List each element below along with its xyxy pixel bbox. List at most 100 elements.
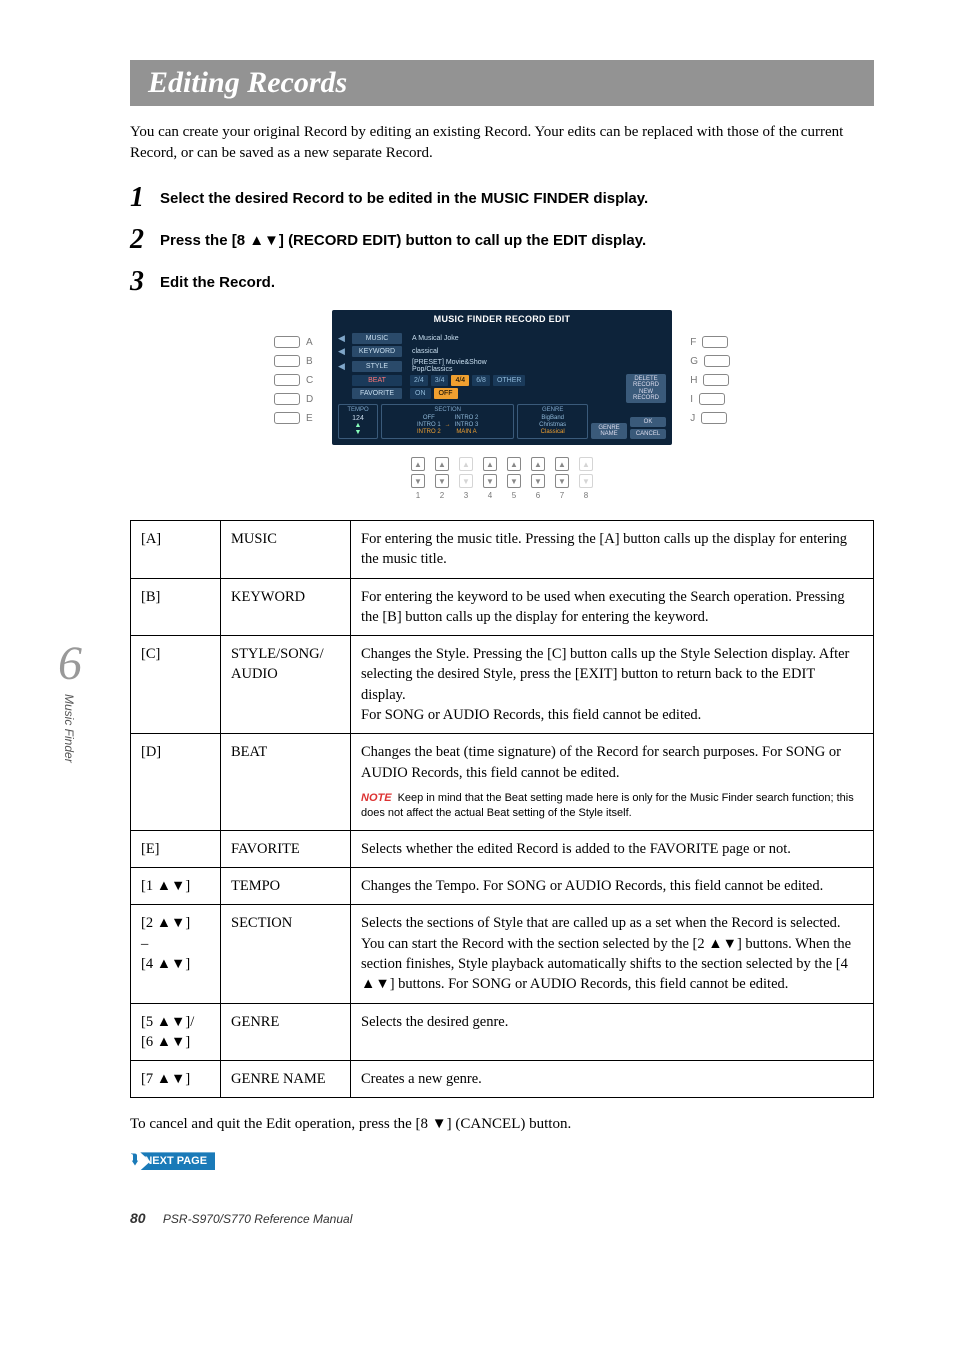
lcd-label-beat[interactable]: BEAT [352,375,402,386]
step-number: 3 [130,268,160,296]
phys-label: E [306,413,313,424]
phys-button-f[interactable] [702,336,728,348]
section-opt: OFF [423,415,435,421]
table-cell-param: FAVORITE [221,830,351,867]
beat-opt[interactable]: 3/4 [431,375,449,386]
lcd-label-keyword[interactable]: KEYWORD [352,346,402,357]
page-number: 80 [130,1210,146,1226]
table-row: [B]KEYWORDFor entering the keyword to be… [131,578,874,636]
genre-opt-selected: Classical [541,429,565,435]
beat-opt[interactable]: OTHER [493,375,526,386]
phys-label: F [690,337,696,348]
physical-buttons-right: F G H I J [690,336,730,424]
phys-up-1[interactable]: ▲ [411,457,425,471]
table-cell-param: BEAT [221,734,351,830]
phys-label: I [690,394,693,405]
lcd-style-line1: [PRESET] Movie&Show [412,359,487,366]
phys-button-i[interactable] [699,393,725,405]
lcd-new-record-button[interactable]: NEW RECORD [626,387,666,403]
phys-button-a[interactable] [274,336,300,348]
phys-up-8[interactable]: ▲ [579,457,593,471]
phys-button-c[interactable] [274,374,300,386]
table-cell-param: TEMPO [221,868,351,905]
table-cell-button: [D] [131,734,221,830]
table-cell-button: [1 ▲▼] [131,868,221,905]
fav-opt-on[interactable]: ON [410,388,431,399]
table-cell-param: SECTION [221,905,351,1003]
table-cell-param: KEYWORD [221,578,351,636]
phys-down-6[interactable]: ▼ [531,474,545,488]
left-arrow-icon: ◀ [338,333,348,344]
table-cell-param: MUSIC [221,521,351,579]
phys-num: 7 [560,491,564,500]
phys-num: 3 [464,491,468,500]
phys-button-j[interactable] [701,412,727,424]
lcd-value-music: A Musical Joke [406,335,459,342]
phys-button-e[interactable] [274,412,300,424]
table-cell-desc: Selects whether the edited Record is add… [351,830,874,867]
phys-button-g[interactable] [704,355,730,367]
left-arrow-icon: ◀ [338,346,348,357]
beat-opt[interactable]: 2/4 [410,375,428,386]
beat-opt-selected[interactable]: 4/4 [451,375,469,386]
lcd-genre-name-button[interactable]: GENRE NAME [591,423,627,439]
phys-down-3[interactable]: ▼ [459,474,473,488]
section-opt-selected: MAIN A [456,429,476,435]
genre-opt: Christmas [539,422,566,428]
phys-down-2[interactable]: ▼ [435,474,449,488]
lcd-cancel-button[interactable]: CANCEL [630,429,666,439]
phys-down-1[interactable]: ▼ [411,474,425,488]
lcd-label-style[interactable]: STYLE [352,361,402,372]
table-cell-desc: Selects the sections of Style that are c… [351,905,874,1003]
phys-up-4[interactable]: ▲ [483,457,497,471]
lcd-value-keyword: classical [406,348,438,355]
phys-label: D [306,394,313,405]
next-page-label: NEXT PAGE [144,1155,207,1167]
note-text: Keep in mind that the Beat setting made … [361,792,854,819]
next-page-arrow-icon: ⮯ [130,1153,138,1168]
step-text: Select the desired Record to be edited i… [160,190,648,207]
up-down-icon: ▲▼ [342,422,374,436]
section-from-opts: OFF INTRO 1 INTRO 2 [417,415,441,435]
phys-up-6[interactable]: ▲ [531,457,545,471]
phys-down-7[interactable]: ▼ [555,474,569,488]
lcd-bottom-right-buttons: GENRE NAME [591,404,627,439]
lcd-genre-box[interactable]: GENRE BigBand Christmas Classical [517,404,588,439]
phys-up-5[interactable]: ▲ [507,457,521,471]
beat-opt[interactable]: 6/8 [472,375,490,386]
phys-down-5[interactable]: ▼ [507,474,521,488]
phys-button-b[interactable] [274,355,300,367]
lcd-value-style: [PRESET] Movie&Show Pop/Classics [406,359,487,373]
lcd-section-box[interactable]: SECTION OFF INTRO 1 INTRO 2 → INTRO 2 IN… [381,404,514,439]
phys-up-2[interactable]: ▲ [435,457,449,471]
note-label: NOTE [361,792,392,804]
lcd-ok-button[interactable]: OK [630,417,666,427]
next-page-badge: NEXT PAGE [140,1152,215,1170]
table-cell-desc: Changes the Style. Pressing the [C] butt… [351,636,874,734]
lcd-label-music[interactable]: MUSIC [352,333,402,344]
step-text: Press the [8 ▲▼] (RECORD EDIT) button to… [160,232,646,249]
table-cell-button: [A] [131,521,221,579]
phys-button-d[interactable] [274,393,300,405]
table-row: [A]MUSICFor entering the music title. Pr… [131,521,874,579]
parameter-table: [A]MUSICFor entering the music title. Pr… [130,520,874,1098]
phys-up-7[interactable]: ▲ [555,457,569,471]
table-cell-button: [7 ▲▼] [131,1061,221,1098]
table-cell-desc: Creates a new genre. [351,1061,874,1098]
section-heading: Editing Records [130,60,874,106]
phys-button-h[interactable] [703,374,729,386]
phys-up-3[interactable]: ▲ [459,457,473,471]
lcd-section-title: SECTION [385,407,510,413]
lcd-style-line2: Pop/Classics [412,366,452,373]
lcd-row-music: ◀ MUSIC A Musical Joke [332,332,672,345]
lcd-label-favorite[interactable]: FAVORITE [352,388,402,399]
fav-opt-off[interactable]: OFF [434,388,458,399]
lcd-ok-cancel: OK CANCEL [630,404,666,439]
section-to-opts: INTRO 2 INTRO 3 MAIN A [455,415,479,435]
lcd-tempo-box[interactable]: TEMPO 124 ▲▼ [338,404,378,439]
phys-down-4[interactable]: ▼ [483,474,497,488]
table-row: [7 ▲▼]GENRE NAMECreates a new genre. [131,1061,874,1098]
lcd-diagram: A B C D E F G H I J MUSIC FINDER RECORD … [130,310,874,500]
phys-label: H [690,375,697,386]
phys-down-8[interactable]: ▼ [579,474,593,488]
